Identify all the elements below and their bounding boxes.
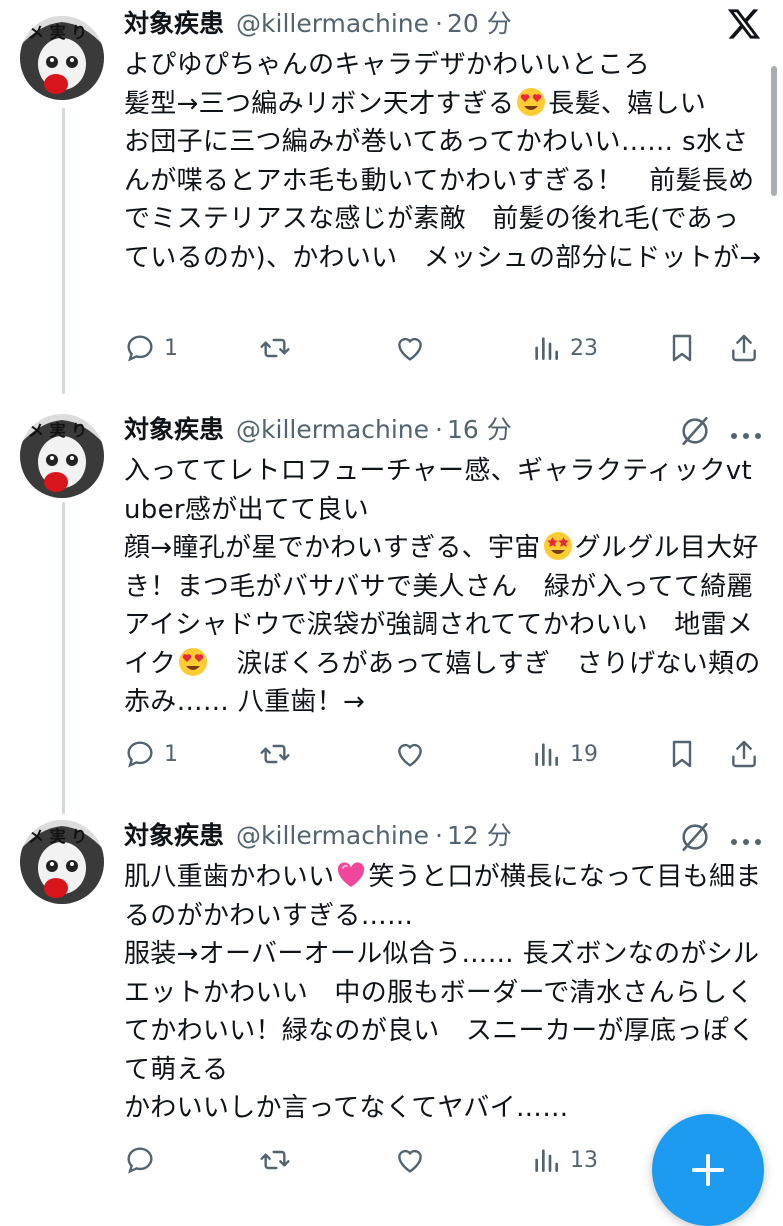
tweet[interactable]: メ 実 り 対象疾患 @killermachine · 20 分 よぴゆぴちゃん… xyxy=(0,0,783,400)
tweet-text: よぴゆぴちゃんのキャラデザかわいいところ 髪型→三つ編みリボン天才すぎる 長髪、嬉… xyxy=(124,46,764,277)
view-count: 23 xyxy=(570,335,598,361)
views-icon xyxy=(535,337,558,360)
display-name[interactable]: 対象疾患 xyxy=(124,412,224,448)
reply-button[interactable]: 1 xyxy=(124,328,178,368)
heart-icon xyxy=(398,1149,422,1173)
star-struck-emoji-icon xyxy=(543,532,572,560)
pink-heart-emoji-icon xyxy=(338,862,365,887)
bookmark-button[interactable] xyxy=(666,328,698,368)
handle[interactable]: @killermachine xyxy=(236,6,429,42)
repost-icon xyxy=(260,338,290,358)
svg-text:メ 実 り: メ 実 り xyxy=(28,23,87,42)
timestamp[interactable]: 12 分 xyxy=(447,818,512,854)
plus-icon xyxy=(692,1154,724,1186)
views-button[interactable]: 19 xyxy=(530,734,598,774)
more-options-icon[interactable] xyxy=(728,832,764,851)
reply-count: 1 xyxy=(164,335,178,361)
view-count: 19 xyxy=(570,741,598,767)
bookmark-icon xyxy=(672,740,692,768)
views-icon xyxy=(535,743,558,766)
like-button[interactable] xyxy=(394,1140,426,1180)
bookmark-icon xyxy=(672,334,692,362)
like-button[interactable] xyxy=(394,734,426,774)
repost-button[interactable] xyxy=(259,734,291,774)
bookmark-button[interactable] xyxy=(666,734,698,774)
display-name[interactable]: 対象疾患 xyxy=(124,6,224,42)
avatar[interactable]: メ 実 り xyxy=(20,820,104,904)
tweet[interactable]: メ 実 り 対象疾患 @killermachine · 16 分 入っててレトロ… xyxy=(0,410,783,810)
svg-text:メ 実 り: メ 実 り xyxy=(28,827,87,846)
reply-icon xyxy=(127,335,153,362)
reply-icon xyxy=(127,1147,153,1174)
heart-eyes-emoji-icon xyxy=(179,647,208,676)
repost-button[interactable] xyxy=(259,1140,291,1180)
share-icon xyxy=(732,334,756,362)
tweet-text-part: 肌八重歯かわいい xyxy=(124,862,335,892)
avatar[interactable]: メ 実 り xyxy=(20,414,104,498)
grok-icon[interactable] xyxy=(678,820,712,858)
reply-count: 1 xyxy=(164,741,178,767)
handle[interactable]: @killermachine xyxy=(236,412,429,448)
repost-icon xyxy=(260,1150,290,1170)
heart-eyes-emoji-icon xyxy=(517,87,546,116)
avatar[interactable]: メ 実 り xyxy=(20,16,104,100)
separator: · xyxy=(434,415,443,444)
timestamp[interactable]: 16 分 xyxy=(447,412,512,448)
view-count: 13 xyxy=(570,1147,598,1173)
timestamp[interactable]: 20 分 xyxy=(447,6,512,42)
heart-icon xyxy=(398,743,422,767)
share-button[interactable] xyxy=(728,328,760,368)
separator: · xyxy=(434,821,443,850)
svg-text:メ 実 り: メ 実 り xyxy=(28,421,87,440)
views-button[interactable]: 13 xyxy=(530,1140,598,1180)
tweet-text-part: 涙ぼくろがあって嬉しすぎ さりげない頬の赤み…… 八重歯！→ xyxy=(124,648,761,718)
heart-icon xyxy=(398,337,422,361)
share-button[interactable] xyxy=(728,734,760,774)
more-options-icon[interactable] xyxy=(728,426,764,445)
views-button[interactable]: 23 xyxy=(530,328,598,368)
reply-icon xyxy=(127,741,153,768)
display-name[interactable]: 対象疾患 xyxy=(124,818,224,854)
share-icon xyxy=(732,740,756,768)
views-icon xyxy=(535,1149,558,1172)
separator: · xyxy=(434,9,443,38)
repost-icon xyxy=(260,744,290,764)
x-logo-icon[interactable] xyxy=(726,6,762,46)
reply-button[interactable]: 1 xyxy=(124,734,178,774)
compose-button[interactable] xyxy=(652,1114,764,1226)
reply-button[interactable] xyxy=(124,1140,156,1180)
repost-button[interactable] xyxy=(259,328,291,368)
tweet-text: 肌八重歯かわいい 笑うと口が横長になって目も細まるのがかわいすぎる…… 服装→オー… xyxy=(124,858,764,1128)
grok-icon[interactable] xyxy=(678,414,712,452)
tweet-text: 入っててレトロフューチャー感、ギャラクティックvtuber感が出てて良い 顔→瞳… xyxy=(124,452,764,722)
handle[interactable]: @killermachine xyxy=(236,818,429,854)
like-button[interactable] xyxy=(394,328,426,368)
tweet-text-part: 笑うと口が横長になって目も細まるのがかわいすぎる…… 服装→オーバーオール似合う… xyxy=(124,862,762,1123)
